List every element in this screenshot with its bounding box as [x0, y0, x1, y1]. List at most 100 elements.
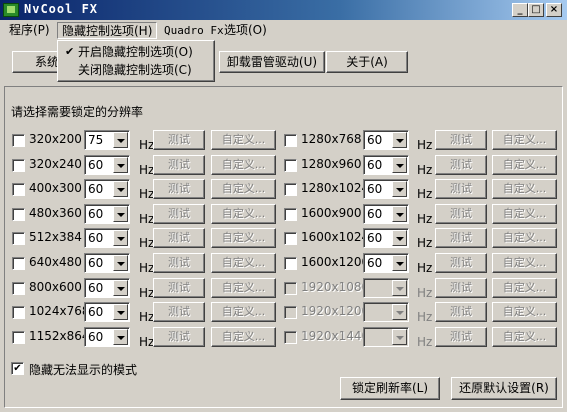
dropdown-arrow-icon: [392, 304, 407, 320]
refresh-rate-value: 60: [367, 256, 383, 270]
hz-unit-label: Hz: [417, 212, 433, 226]
dropdown-arrow-icon[interactable]: [113, 255, 128, 271]
checkmark-icon: ✔: [65, 45, 75, 58]
refresh-rate-select[interactable]: 60: [84, 155, 130, 175]
dropdown-arrow-icon[interactable]: [113, 206, 128, 222]
about-button[interactable]: 关于(A): [326, 51, 408, 73]
dropdown-arrow-icon[interactable]: [113, 304, 128, 320]
refresh-rate-select[interactable]: 60: [363, 179, 409, 199]
custom-button: 自定义...: [492, 253, 557, 273]
menu-program[interactable]: 程序(P): [5, 22, 54, 39]
refresh-rate-select[interactable]: 60: [363, 155, 409, 175]
title-bar: NvCool FX _ □ ×: [0, 0, 567, 20]
test-button: 测试: [153, 253, 205, 273]
resolution-checkbox[interactable]: [12, 306, 25, 319]
refresh-rate-select[interactable]: 60: [84, 278, 130, 298]
refresh-rate-select[interactable]: 60: [363, 204, 409, 224]
dropdown-arrow-icon[interactable]: [113, 329, 128, 345]
refresh-rate-select: [363, 302, 409, 322]
maximize-button[interactable]: □: [528, 3, 544, 17]
custom-button: 自定义...: [211, 179, 276, 199]
test-button: 测试: [435, 228, 487, 248]
resolution-checkbox[interactable]: [12, 208, 25, 221]
resolution-label: 1280x768: [301, 132, 362, 146]
custom-button: 自定义...: [211, 253, 276, 273]
resolution-checkbox[interactable]: [284, 183, 297, 196]
menu-options[interactable]: 选项(O): [220, 22, 271, 39]
resolution-label: 480x360: [29, 206, 82, 220]
refresh-rate-select[interactable]: 60: [84, 327, 130, 347]
resolution-checkbox[interactable]: [284, 134, 297, 147]
refresh-rate-select: [363, 327, 409, 347]
uninstall-driver-button[interactable]: 卸载雷管驱动(U): [219, 51, 325, 73]
dropdown-arrow-icon[interactable]: [392, 157, 407, 173]
test-button: 测试: [435, 155, 487, 175]
resolution-label: 1600x900: [301, 206, 362, 220]
hz-unit-label: Hz: [417, 138, 433, 152]
menu-quadro-fx[interactable]: Quadro Fx: [160, 22, 228, 39]
disable-hidden-options-label: 关闭隐藏控制选项(C): [78, 63, 192, 77]
restore-defaults-button[interactable]: 还原默认设置(R): [451, 377, 557, 400]
resolution-checkbox[interactable]: [12, 331, 25, 344]
dropdown-arrow-icon[interactable]: [113, 181, 128, 197]
minimize-button[interactable]: _: [512, 3, 528, 17]
dropdown-arrow-icon[interactable]: [392, 230, 407, 246]
resolution-label: 1152x864: [29, 329, 90, 343]
custom-button: 自定义...: [211, 228, 276, 248]
refresh-rate-value: 60: [88, 182, 104, 196]
custom-button: 自定义...: [492, 204, 557, 224]
refresh-rate-select[interactable]: 75: [84, 130, 130, 150]
resolution-label: 1024x768: [29, 304, 90, 318]
refresh-rate-select[interactable]: 60: [363, 228, 409, 248]
refresh-rate-select[interactable]: 60: [84, 228, 130, 248]
custom-button: 自定义...: [211, 204, 276, 224]
resolution-checkbox[interactable]: [284, 208, 297, 221]
test-button: 测试: [435, 204, 487, 224]
dropdown-arrow-icon[interactable]: [113, 230, 128, 246]
refresh-rate-value: 60: [88, 305, 104, 319]
enable-hidden-options-item[interactable]: ✔ 开启隐藏控制选项(O): [60, 43, 212, 61]
close-button[interactable]: ×: [546, 3, 562, 17]
dropdown-arrow-icon[interactable]: [392, 255, 407, 271]
hide-modes-checkbox[interactable]: ✔: [11, 362, 24, 375]
resolution-checkbox[interactable]: [12, 232, 25, 245]
hz-unit-label: Hz: [417, 236, 433, 250]
dropdown-arrow-icon[interactable]: [392, 181, 407, 197]
menu-hidden-options[interactable]: 隐藏控制选项(H): [57, 22, 158, 39]
resolution-checkbox[interactable]: [284, 159, 297, 172]
refresh-rate-value: 60: [367, 182, 383, 196]
refresh-rate-select[interactable]: 60: [84, 204, 130, 224]
refresh-rate-value: 60: [88, 330, 104, 344]
test-button: 测试: [435, 302, 487, 322]
custom-button: 自定义...: [492, 228, 557, 248]
app-icon: [3, 3, 19, 17]
resolution-label: 800x600: [29, 280, 82, 294]
refresh-rate-select[interactable]: 60: [363, 253, 409, 273]
dropdown-arrow-icon[interactable]: [113, 132, 128, 148]
disable-hidden-options-item[interactable]: 关闭隐藏控制选项(C): [60, 61, 212, 79]
refresh-rate-select[interactable]: 60: [84, 179, 130, 199]
test-button: 测试: [153, 204, 205, 224]
resolution-checkbox[interactable]: [12, 183, 25, 196]
test-button: 测试: [435, 278, 487, 298]
resolution-checkbox[interactable]: [12, 257, 25, 270]
refresh-rate-select[interactable]: 60: [84, 302, 130, 322]
resolution-checkbox[interactable]: [12, 134, 25, 147]
test-button: 测试: [153, 179, 205, 199]
lock-refresh-button[interactable]: 锁定刷新率(L): [340, 377, 440, 400]
custom-button: 自定义...: [492, 155, 557, 175]
dropdown-arrow-icon[interactable]: [113, 157, 128, 173]
dropdown-arrow-icon: [392, 280, 407, 296]
resolution-checkbox[interactable]: [12, 159, 25, 172]
test-button: 测试: [153, 228, 205, 248]
resolution-label: 1920x1200: [301, 304, 370, 318]
dropdown-arrow-icon[interactable]: [392, 132, 407, 148]
resolution-checkbox[interactable]: [284, 232, 297, 245]
dropdown-arrow-icon[interactable]: [392, 206, 407, 222]
resolution-checkbox[interactable]: [284, 257, 297, 270]
resolution-checkbox[interactable]: [12, 282, 25, 295]
test-button: 测试: [153, 327, 205, 347]
refresh-rate-select[interactable]: 60: [363, 130, 409, 150]
dropdown-arrow-icon[interactable]: [113, 280, 128, 296]
refresh-rate-select[interactable]: 60: [84, 253, 130, 273]
